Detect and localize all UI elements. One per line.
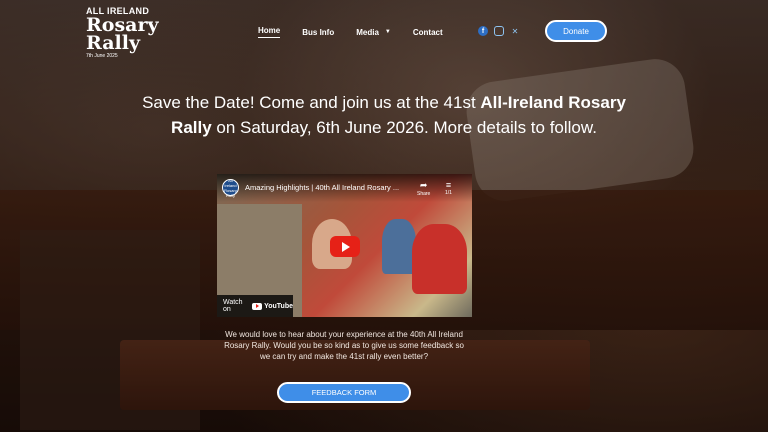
nav-item-label: Home bbox=[258, 26, 281, 35]
facebook-icon[interactable]: f bbox=[478, 26, 488, 36]
donate-button[interactable]: Donate bbox=[545, 20, 607, 42]
share-icon: ➦ bbox=[419, 180, 428, 190]
feedback-message: We would love to hear about your experie… bbox=[224, 330, 464, 361]
youtube-logo: YouTube bbox=[252, 302, 293, 310]
nav-item-contact[interactable]: Contact bbox=[413, 26, 443, 38]
headline-part-1: Save the Date! Come and join us at the 4… bbox=[142, 93, 481, 112]
social-links: f ✕ bbox=[478, 26, 520, 36]
share-button[interactable]: ➦ Share bbox=[417, 180, 430, 197]
share-label: Share bbox=[417, 191, 431, 197]
playlist-count: 1/1 bbox=[445, 190, 452, 196]
nav-item-label: Bus Info bbox=[302, 27, 335, 37]
play-button[interactable] bbox=[330, 236, 360, 257]
video-title[interactable]: Amazing Highlights | 40th All Ireland Ro… bbox=[245, 183, 415, 192]
nav-item-label: Contact bbox=[412, 27, 443, 37]
playlist-icon: ≡ bbox=[445, 180, 452, 190]
main-nav: Home Bus Info Media ▼ Contact bbox=[258, 26, 465, 38]
feedback-form-button[interactable]: FEEDBACK FORM bbox=[277, 382, 411, 403]
chevron-down-icon: ▼ bbox=[384, 29, 391, 35]
nav-item-bus-info[interactable]: Bus Info bbox=[302, 26, 334, 38]
logo-line-3: Rally bbox=[86, 32, 141, 54]
channel-label: All Ireland Rosary Rally bbox=[224, 177, 237, 198]
site-header: ALL IRELAND Rosary Rally 7th June 2025 H… bbox=[0, 0, 768, 60]
youtube-video-embed[interactable]: All Ireland Rosary Rally Amazing Highlig… bbox=[217, 174, 472, 317]
nav-item-home[interactable]: Home bbox=[258, 26, 281, 38]
nav-item-label: Media bbox=[356, 27, 379, 37]
instagram-icon[interactable] bbox=[494, 26, 504, 36]
nav-item-media[interactable]: Media ▼ bbox=[356, 26, 391, 38]
hero-headline: Save the Date! Come and join us at the 4… bbox=[120, 90, 648, 140]
youtube-label: YouTube bbox=[264, 302, 293, 310]
youtube-icon bbox=[252, 302, 263, 310]
playlist-button[interactable]: ≡ 1/1 bbox=[445, 180, 452, 196]
watch-on-label: Watch on bbox=[223, 299, 243, 313]
x-icon[interactable]: ✕ bbox=[510, 26, 520, 36]
channel-avatar[interactable]: All Ireland Rosary Rally bbox=[222, 177, 239, 198]
headline-part-2: on Saturday, 6th June 2026. More details… bbox=[211, 118, 597, 137]
site-logo[interactable]: ALL IRELAND Rosary Rally 7th June 2025 bbox=[86, 6, 166, 59]
watch-on-youtube-link[interactable]: Watch on YouTube bbox=[217, 295, 293, 317]
